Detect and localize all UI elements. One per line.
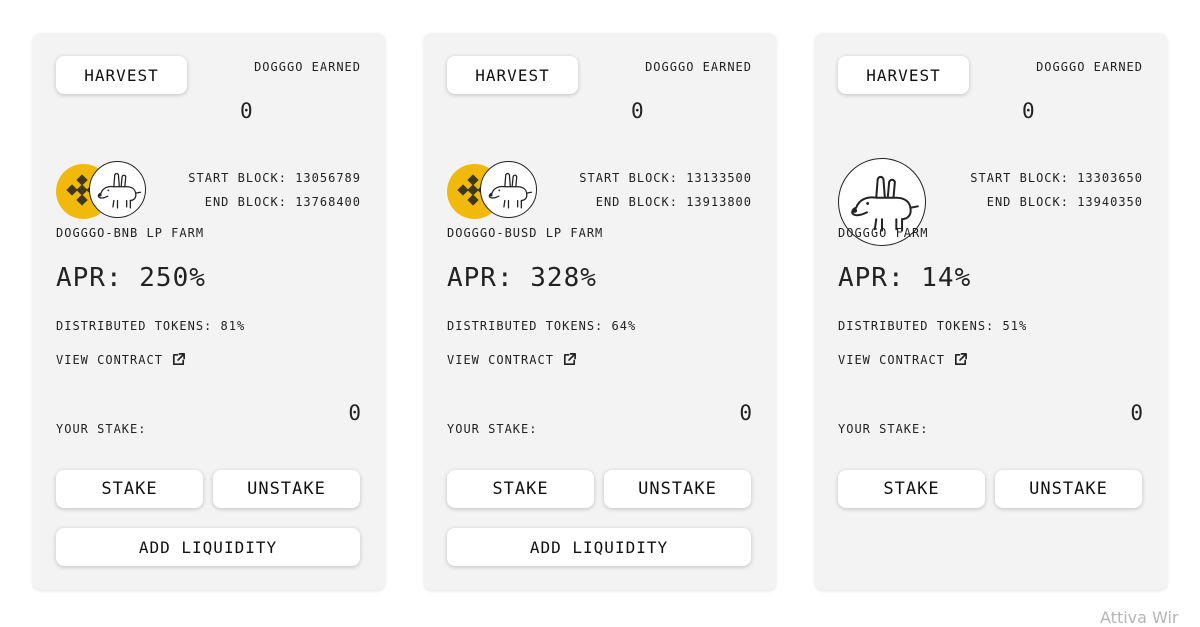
dogggo-earned-label: DOGGGO EARNED [254,60,361,74]
end-block-value: 13768400 [295,195,361,209]
farm-name: DOGGGO FARM [838,226,929,240]
end-block-label: END BLOCK: [986,195,1069,209]
end-block-row: END BLOCK: 13940350 [970,190,1143,214]
unstake-button[interactable]: UNSTAKE [604,470,751,508]
distributed-tokens: DISTRIBUTED TOKENS: 81% [56,319,245,333]
end-block-label: END BLOCK: [595,195,678,209]
farm-card-dogggo-busd: HARVEST DOGGGO EARNED 0 START BLOCK: 131… [424,33,776,590]
start-block-value: 13303650 [1077,171,1143,185]
farm-token-logo [447,161,537,223]
farm-token-logo [56,161,146,223]
harvest-button[interactable]: HARVEST [447,56,578,94]
start-block-value: 13056789 [295,171,361,185]
harvest-button[interactable]: HARVEST [56,56,187,94]
apr-value: 328% [530,263,597,293]
distributed-tokens-value: 51% [1002,319,1028,333]
distributed-tokens-label: DISTRIBUTED TOKENS: [56,319,213,333]
stake-button[interactable]: STAKE [56,470,203,508]
start-block-value: 13133500 [686,171,752,185]
unstake-button[interactable]: UNSTAKE [213,470,360,508]
apr: APR: 328% [447,263,597,293]
add-liquidity-button[interactable]: ADD LIQUIDITY [56,528,360,566]
your-stake-label: YOUR STAKE: [447,422,538,436]
external-link-icon [562,352,577,367]
stake-button[interactable]: STAKE [838,470,985,508]
view-contract-link[interactable]: VIEW CONTRACT [447,352,577,367]
end-block-value: 13940350 [1077,195,1143,209]
start-block-label: START BLOCK: [188,171,287,185]
distributed-tokens: DISTRIBUTED TOKENS: 51% [838,319,1027,333]
harvest-button[interactable]: HARVEST [838,56,969,94]
distributed-tokens-value: 81% [220,319,246,333]
block-range: START BLOCK: 13133500 END BLOCK: 1391380… [579,166,752,214]
apr-label: APR: [56,263,123,293]
your-stake-label: YOUR STAKE: [56,422,147,436]
windows-activation-watermark: Attiva Wir [1100,608,1179,627]
stake-button[interactable]: STAKE [447,470,594,508]
view-contract-link[interactable]: VIEW CONTRACT [56,352,186,367]
apr-label: APR: [838,263,905,293]
dogggo-earned-label: DOGGGO EARNED [1036,60,1143,74]
your-stake-value: 0 [1130,401,1143,425]
start-block-row: START BLOCK: 13133500 [579,166,752,190]
external-link-icon [171,352,186,367]
your-stake-value: 0 [348,401,361,425]
start-block-label: START BLOCK: [970,171,1069,185]
dogggo-earned-value: 0 [240,99,253,123]
end-block-row: END BLOCK: 13768400 [188,190,361,214]
farm-card-dogggo-bnb: HARVEST DOGGGO EARNED 0 START BLOCK: 130… [33,33,385,590]
your-stake-value: 0 [739,401,752,425]
distributed-tokens-value: 64% [611,319,637,333]
add-liquidity-button[interactable]: ADD LIQUIDITY [447,528,751,566]
apr-label: APR: [447,263,514,293]
block-range: START BLOCK: 13303650 END BLOCK: 1394035… [970,166,1143,214]
apr-value: 14% [921,263,972,293]
dogggo-earned-value: 0 [1022,99,1035,123]
distributed-tokens-label: DISTRIBUTED TOKENS: [838,319,995,333]
end-block-value: 13913800 [686,195,752,209]
view-contract-label: VIEW CONTRACT [447,352,554,367]
distributed-tokens-label: DISTRIBUTED TOKENS: [447,319,604,333]
end-block-row: END BLOCK: 13913800 [579,190,752,214]
farm-name: DOGGGO-BNB LP FARM [56,226,205,240]
unstake-button[interactable]: UNSTAKE [995,470,1142,508]
apr: APR: 14% [838,263,971,293]
dogggo-logo-icon [480,161,537,218]
end-block-label: END BLOCK: [204,195,287,209]
apr: APR: 250% [56,263,206,293]
start-block-label: START BLOCK: [579,171,678,185]
farm-token-logo [838,158,928,246]
farm-name: DOGGGO-BUSD LP FARM [447,226,604,240]
dogggo-earned-label: DOGGGO EARNED [645,60,752,74]
view-contract-link[interactable]: VIEW CONTRACT [838,352,968,367]
dogggo-earned-value: 0 [631,99,644,123]
start-block-row: START BLOCK: 13056789 [188,166,361,190]
apr-value: 250% [139,263,206,293]
distributed-tokens: DISTRIBUTED TOKENS: 64% [447,319,636,333]
external-link-icon [953,352,968,367]
your-stake-label: YOUR STAKE: [838,422,929,436]
start-block-row: START BLOCK: 13303650 [970,166,1143,190]
farm-card-dogggo: HARVEST DOGGGO EARNED 0 START BLOCK: 133… [815,33,1167,590]
view-contract-label: VIEW CONTRACT [56,352,163,367]
block-range: START BLOCK: 13056789 END BLOCK: 1376840… [188,166,361,214]
view-contract-label: VIEW CONTRACT [838,352,945,367]
dogggo-logo-icon [89,161,146,218]
